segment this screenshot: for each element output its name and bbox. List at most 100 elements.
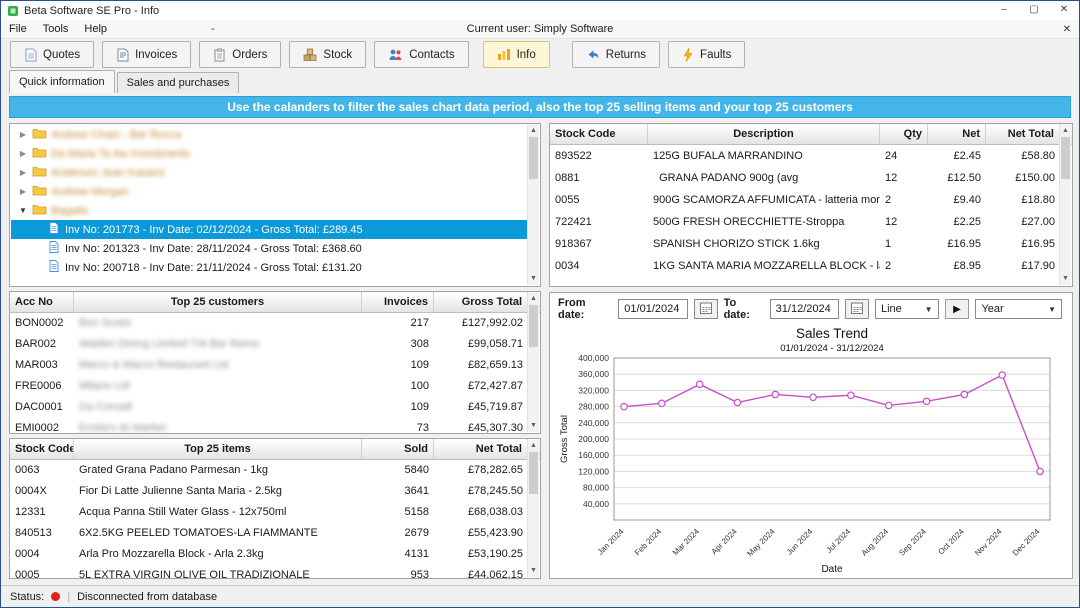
table-row[interactable]: 918367 SPANISH CHORIZO STICK 1.6kg 1 £16.95… — [550, 233, 1072, 255]
customers-scrollbar[interactable]: ▲ ▼ — [527, 293, 539, 432]
chevron-down-icon[interactable]: ▼ — [18, 206, 28, 215]
from-date-input[interactable]: 01/01/2024 — [618, 299, 688, 319]
menu-file[interactable]: File — [1, 20, 35, 38]
table-row[interactable]: 0004X Fior Di Latte Julienne Santa Maria … — [10, 481, 540, 502]
table-row[interactable]: MAR003 Marco & Marco Restaurant Ltd 109 £82… — [10, 355, 540, 376]
column-header[interactable]: Stock Code — [10, 439, 74, 459]
to-date-calendar-button[interactable] — [844, 299, 869, 319]
column-header[interactable]: Acc No — [10, 292, 74, 312]
chart-type-dropdown[interactable]: Line ▼ — [874, 299, 939, 319]
faults-button[interactable]: Faults — [668, 41, 746, 68]
scroll-thumb[interactable] — [529, 452, 538, 494]
tree-scrollbar[interactable]: ▲ ▼ — [527, 125, 539, 285]
table-row[interactable]: EMI0002 Emilia's At Market 73 £45,307.30 — [10, 418, 540, 434]
scroll-up-icon[interactable]: ▲ — [528, 440, 539, 452]
scroll-down-icon[interactable]: ▼ — [528, 565, 539, 577]
orders-button-label: Orders — [232, 48, 268, 61]
table-cell: £99,058.71 — [467, 338, 523, 350]
table-cell: 217 — [410, 317, 429, 329]
invoice-icon — [49, 241, 59, 256]
chevron-right-icon[interactable]: ▶ — [18, 187, 28, 196]
orders-button[interactable]: Orders — [199, 41, 282, 68]
column-header[interactable]: Sold — [362, 439, 434, 459]
table-row[interactable]: BON0002 Bon Gusto 217 £127,992.02 — [10, 313, 540, 334]
tree-folder[interactable]: ▶ Anderson Jean Kasami — [11, 163, 527, 182]
minimize-button[interactable]: – — [989, 1, 1019, 20]
column-header[interactable]: Top 25 customers — [74, 292, 362, 312]
items-table-body: 0063 Grated Grana Padano Parmesan - 1kg 58… — [10, 460, 540, 578]
table-row[interactable]: 0063 Grated Grana Padano Parmesan - 1kg 58… — [10, 460, 540, 481]
items-scrollbar[interactable]: ▲ ▼ — [527, 440, 539, 577]
scroll-up-icon[interactable]: ▲ — [1060, 125, 1071, 137]
tab-sales-and-purchases[interactable]: Sales and purchases — [116, 72, 240, 93]
stock-scrollbar[interactable]: ▲ ▼ — [1059, 125, 1071, 285]
scroll-down-icon[interactable]: ▼ — [1060, 273, 1071, 285]
scroll-thumb[interactable] — [529, 137, 538, 179]
table-row[interactable]: 840513 6X2.5KG PEELED TOMATOES-LA FIAMMAN… — [10, 523, 540, 544]
table-cell: BAR002 — [15, 338, 56, 350]
quotes-button-label: Quotes — [43, 48, 81, 61]
table-row[interactable]: 0881 GRANA PADANO 900g (avg 12 £12.50 £150.… — [550, 167, 1072, 189]
table-row[interactable]: 722421 500G FRESH ORECCHIETTE-Stroppa 12 £2… — [550, 211, 1072, 233]
scroll-down-icon[interactable]: ▼ — [528, 420, 539, 432]
table-cell: Waldini Dining Limited T/A Bar Remo — [79, 338, 260, 350]
table-row[interactable]: 893522 125G BUFALA MARRANDINO 24 £2.45 £58.8… — [550, 145, 1072, 167]
table-row[interactable]: 0034 1KG SANTA MARIA MOZZARELLA BLOCK - l… — [550, 255, 1072, 277]
period-dropdown[interactable]: Year ▼ — [975, 299, 1062, 319]
to-date-input[interactable]: 31/12/2024 — [769, 299, 839, 319]
returns-button[interactable]: Returns — [571, 41, 661, 68]
scroll-down-icon[interactable]: ▼ — [528, 273, 539, 285]
column-header[interactable]: Net Total — [986, 124, 1060, 144]
chevron-right-icon[interactable]: ▶ — [18, 130, 28, 139]
from-date-calendar-button[interactable] — [693, 299, 718, 319]
refresh-chart-button[interactable]: ▶ — [944, 299, 970, 319]
invoices-button[interactable]: Invoices — [102, 41, 192, 68]
tree-folder[interactable]: ▶ Andrew Morgan — [11, 182, 527, 201]
column-header[interactable]: Stock Code — [550, 124, 648, 144]
table-row[interactable]: FRE0006 Milano Ltd 100 £72,427.87 — [10, 376, 540, 397]
table-cell: 840513 — [15, 527, 52, 539]
folder-icon — [32, 127, 47, 142]
tree-invoice[interactable]: Inv No: 200718 - Inv Date: 21/11/2024 - … — [11, 258, 527, 277]
table-cell: £9.40 — [953, 194, 981, 206]
contacts-button[interactable]: Contacts — [374, 41, 469, 68]
scroll-up-icon[interactable]: ▲ — [528, 125, 539, 137]
table-row[interactable]: 12331 Acqua Panna Still Water Glass - 12x… — [10, 502, 540, 523]
scroll-thumb[interactable] — [529, 305, 538, 347]
tree-folder[interactable]: ▶ Da Maria Ta Aw Investments — [11, 144, 527, 163]
table-cell: 2 — [885, 194, 892, 206]
column-header[interactable]: Gross Total — [434, 292, 528, 312]
tree-invoice[interactable]: Inv No: 201323 - Inv Date: 28/11/2024 - … — [11, 239, 527, 258]
column-header[interactable]: Net — [928, 124, 986, 144]
menu-tools[interactable]: Tools — [35, 20, 77, 38]
maximize-button[interactable]: ▢ — [1019, 1, 1049, 20]
column-header[interactable]: Top 25 items — [74, 439, 362, 459]
table-row[interactable]: BAR002 Waldini Dining Limited T/A Bar Rem… — [10, 334, 540, 355]
status-separator: | — [67, 590, 71, 603]
column-header[interactable]: Qty — [880, 124, 928, 144]
info-button[interactable]: Info — [482, 41, 550, 68]
chevron-right-icon[interactable]: ▶ — [18, 149, 28, 158]
close-button[interactable]: ✕ — [1049, 1, 1079, 20]
scroll-up-icon[interactable]: ▲ — [528, 293, 539, 305]
chevron-right-icon[interactable]: ▶ — [18, 168, 28, 177]
tree-folder[interactable]: ▶ Andrew Chain - Bar Rocca — [11, 125, 527, 144]
stock-button[interactable]: Stock — [289, 41, 367, 68]
table-row[interactable]: 0005 5L EXTRA VIRGIN OLIVE OIL TRADIZIONA… — [10, 565, 540, 578]
column-header[interactable]: Invoices — [362, 292, 434, 312]
column-header[interactable]: Description — [648, 124, 880, 144]
top-items-panel: Stock Code Top 25 items Sold Net Total 0063… — [9, 438, 541, 579]
tree-invoice[interactable]: Inv No: 201773 - Inv Date: 02/12/2024 - … — [11, 220, 527, 239]
table-cell: 109 — [410, 401, 429, 413]
table-row[interactable]: 0004 Arla Pro Mozzarella Block - Arla 2.3… — [10, 544, 540, 565]
child-close-button[interactable]: ✕ — [1063, 24, 1071, 35]
scroll-thumb[interactable] — [1061, 137, 1070, 179]
tree-folder[interactable]: ▼ Bagatts — [11, 201, 527, 220]
table-cell: Emilia's At Market — [79, 422, 167, 434]
table-row[interactable]: 0055 900G SCAMORZA AFFUMICATA - latteria … — [550, 189, 1072, 211]
menu-help[interactable]: Help — [76, 20, 115, 38]
quotes-button[interactable]: Quotes — [10, 41, 95, 68]
column-header[interactable]: Net Total — [434, 439, 528, 459]
table-row[interactable]: DAC0001 Da Corradi 109 £45,719.87 — [10, 397, 540, 418]
tab-quick-information[interactable]: Quick information — [9, 70, 115, 93]
